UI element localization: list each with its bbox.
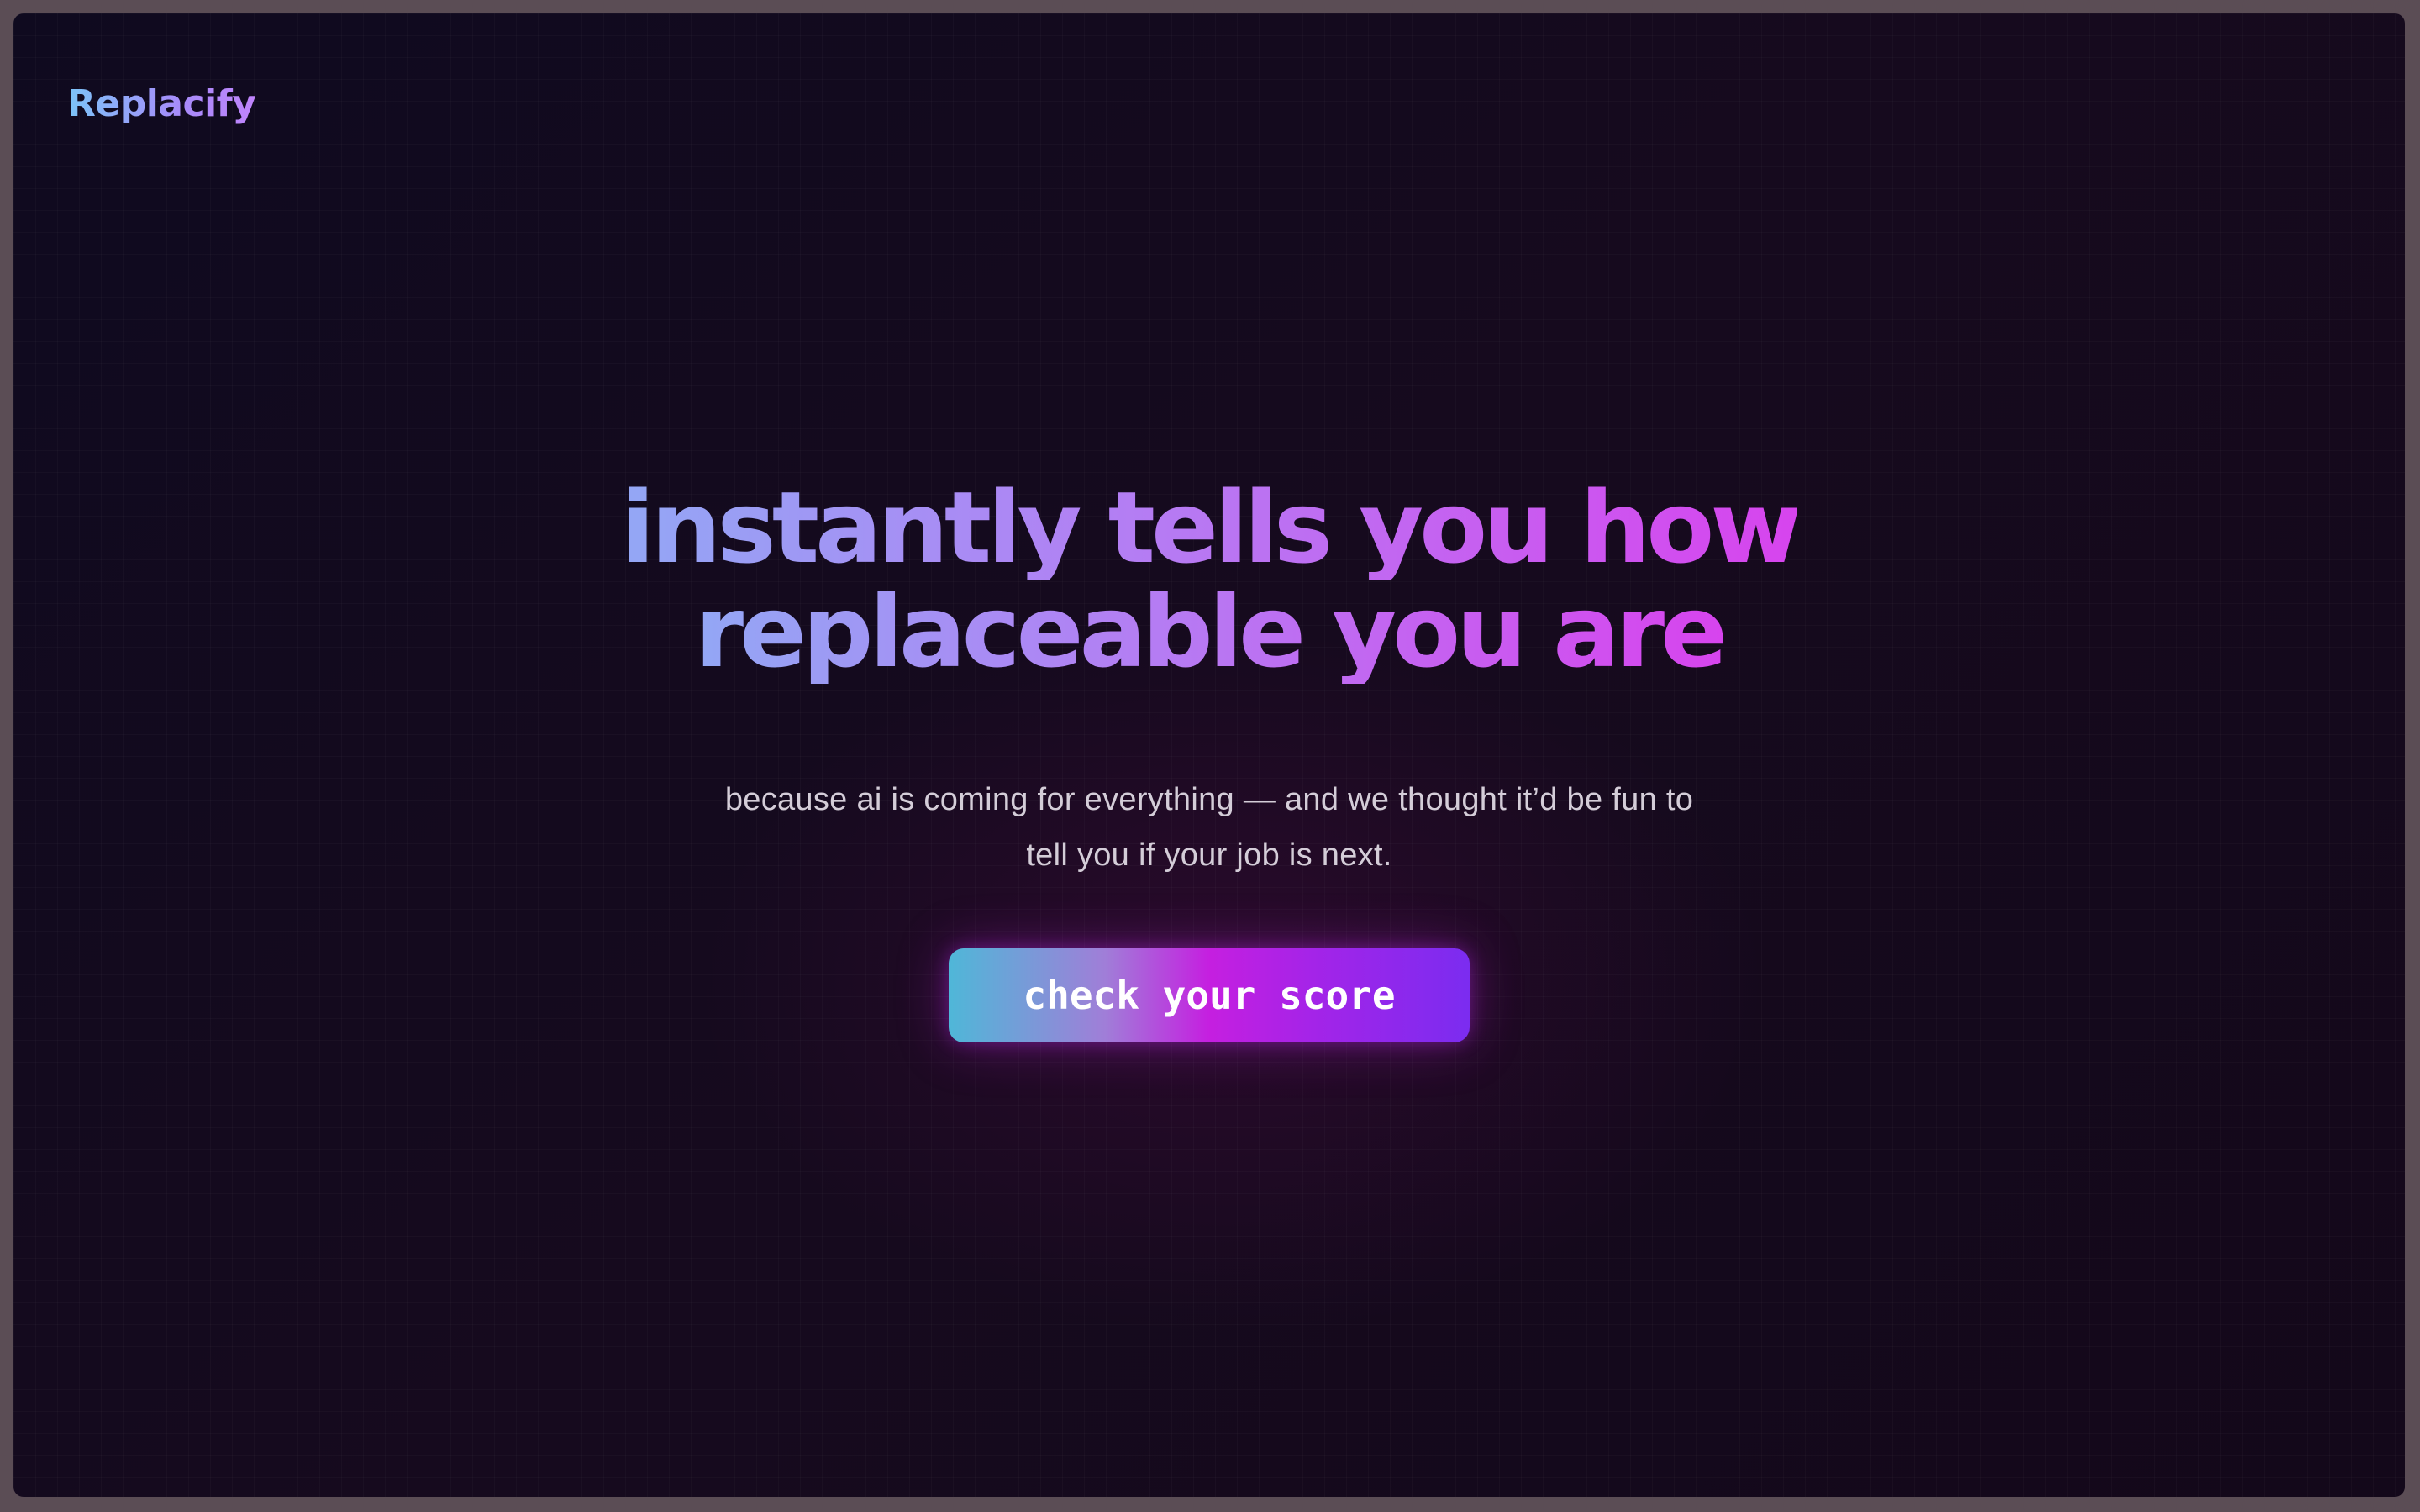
headline-line-2: replaceable you are: [694, 574, 1728, 690]
hero-section: instantly tells you how replaceable you …: [13, 475, 2405, 1042]
brand-logo[interactable]: Replacify: [67, 82, 256, 125]
subtext-line-1: because ai is coming for everything — an…: [724, 782, 1694, 817]
subtext-line-2: tell you if your job is next.: [1026, 837, 1392, 873]
hero-subtext: because ai is coming for everything — an…: [680, 772, 1739, 883]
hero-headline: instantly tells you how replaceable you …: [621, 470, 1802, 690]
check-score-button[interactable]: check your score: [949, 948, 1470, 1042]
headline-line-1: instantly tells you how: [621, 470, 1802, 585]
page-frame: Replacify instantly tells you how replac…: [13, 13, 2405, 1497]
